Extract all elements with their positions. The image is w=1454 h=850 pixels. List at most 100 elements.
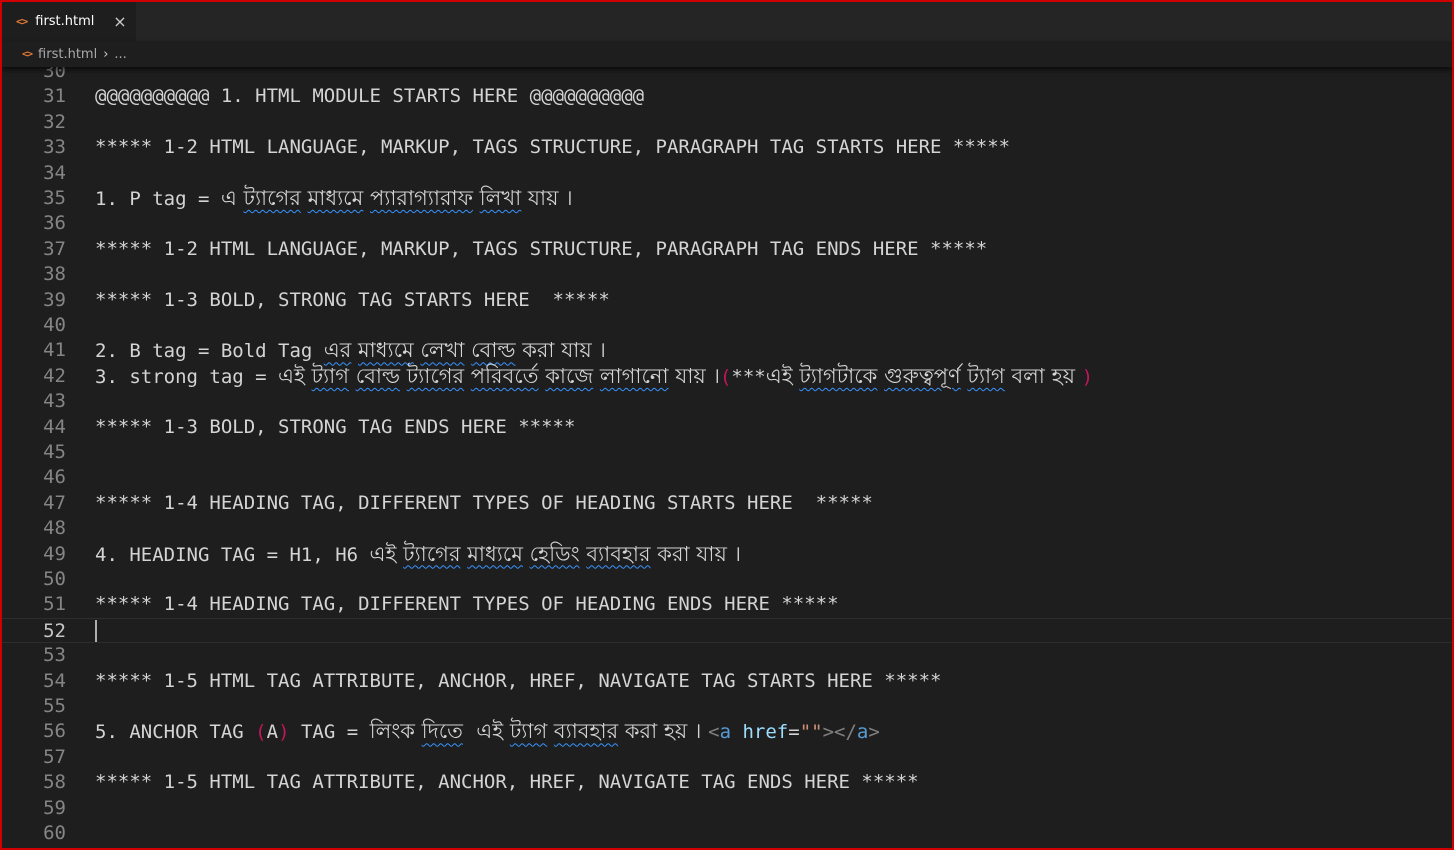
line-number: 60 (43, 822, 66, 844)
code-editor[interactable]: 30 31 @@@@@@@@@@ 1. HTML MODULE STARTS HER… (2, 60, 1452, 848)
code-line[interactable]: 31 @@@@@@@@@@ 1. HTML MODULE STARTS HERE … (2, 84, 1452, 109)
code-token: TAG = (289, 721, 370, 744)
line-text[interactable]: ***** 1-5 HTML TAG ATTRIBUTE, ANCHOR, HR… (95, 770, 919, 795)
line-text[interactable]: 5. ANCHOR TAG (A) TAG = লিংক দিতে এই ট্য… (95, 719, 880, 745)
code-token: এই (765, 363, 800, 388)
line-number: 57 (43, 745, 66, 768)
code-line[interactable]: 45 (2, 440, 1452, 465)
code-line[interactable]: 32 (2, 110, 1452, 135)
code-line[interactable]: 47 ***** 1-4 HEADING TAG, DIFFERENT TYPES… (2, 491, 1452, 516)
code-token: লাগানো (599, 363, 669, 388)
line-text[interactable]: ***** 1-3 BOLD, STRONG TAG STARTS HERE *… (95, 288, 610, 313)
code-line[interactable]: 50 (2, 567, 1452, 592)
code-token: ***** 1-2 HTML LANGUAGE, MARKUP, TAGS ST… (95, 136, 1011, 159)
code-token: > (868, 721, 880, 744)
code-line[interactable]: 51 ***** 1-4 HEADING TAG, DIFFERENT TYPES… (2, 592, 1452, 617)
code-line[interactable]: 42 3. strong tag = এই ট্যাগ বোল্ড ট্যাগের… (2, 364, 1452, 389)
breadcrumb-file[interactable]: first.html (38, 47, 97, 62)
line-text[interactable]: ***** 1-3 BOLD, STRONG TAG ENDS HERE ***… (95, 415, 575, 440)
code-token: দিতে (421, 719, 463, 744)
code-token: 5. ANCHOR TAG (95, 721, 256, 744)
code-line[interactable]: 55 (2, 694, 1452, 719)
line-text[interactable]: ***** 1-2 HTML LANGUAGE, MARKUP, TAGS ST… (95, 237, 987, 262)
line-text[interactable]: ***** 1-2 HTML LANGUAGE, MARKUP, TAGS ST… (95, 135, 1010, 160)
code-token: কাজে (545, 363, 594, 388)
code-line[interactable]: 46 (2, 465, 1452, 490)
code-token: ***** 1-4 HEADING TAG, DIFFERENT TYPES O… (95, 593, 839, 616)
line-number: 49 (43, 542, 66, 565)
line-number: 35 (43, 187, 66, 209)
code-token: বলা হয় (1004, 363, 1082, 388)
code-token: ট্যাগটাকে (799, 363, 878, 388)
code-line[interactable]: 33 ***** 1-2 HTML LANGUAGE, MARKUP, TAGS … (2, 135, 1452, 160)
code-line[interactable]: 58 ***** 1-5 HTML TAG ATTRIBUTE, ANCHOR, … (2, 770, 1452, 795)
line-text[interactable]: ***** 1-4 HEADING TAG, DIFFERENT TYPES O… (95, 592, 839, 617)
breadcrumb-symbols[interactable]: ... (114, 47, 126, 62)
line-number: 39 (43, 288, 66, 311)
code-line[interactable]: 53 (2, 643, 1452, 668)
code-token: হেডিং (529, 541, 580, 566)
code-token: ট্যাগ (509, 719, 548, 744)
code-line[interactable]: 41 2. B tag = Bold Tag এর মাধ্যমে লেখা বো… (2, 338, 1452, 363)
code-token: href (742, 721, 789, 744)
line-text[interactable] (95, 619, 97, 644)
line-text[interactable]: ***** 1-4 HEADING TAG, DIFFERENT TYPES O… (95, 491, 873, 516)
code-line[interactable]: 40 (2, 313, 1452, 338)
line-number: 42 (43, 364, 66, 387)
line-text[interactable]: 4. HEADING TAG = H1, H6 এই ট্যাগের মাধ্য… (95, 542, 741, 568)
code-line[interactable]: 48 (2, 516, 1452, 541)
line-text[interactable]: ***** 1-5 HTML TAG ATTRIBUTE, ANCHOR, HR… (95, 669, 941, 694)
line-number: 41 (43, 339, 66, 362)
tab-first-html[interactable]: <> first.html × (2, 2, 136, 41)
line-number: 50 (43, 568, 66, 590)
code-line[interactable]: 49 4. HEADING TAG = H1, H6 এই ট্যাগের মাধ… (2, 542, 1452, 567)
line-number: 40 (43, 314, 66, 336)
code-line[interactable]: 56 5. ANCHOR TAG (A) TAG = লিংক দিতে এই ট… (2, 719, 1452, 744)
code-line[interactable]: 54 ***** 1-5 HTML TAG ATTRIBUTE, ANCHOR, … (2, 669, 1452, 694)
line-number: 53 (43, 644, 66, 667)
code-line[interactable]: 36 (2, 211, 1452, 236)
code-token: প্যারাগ্যারাফ (369, 186, 473, 210)
code-line[interactable]: 35 1. P tag = এ ট্যাগের মাধ্যমে প্যারাগ্য… (2, 186, 1452, 211)
code-line[interactable]: 38 (2, 262, 1452, 287)
code-line[interactable]: 60 (2, 821, 1452, 846)
close-icon[interactable]: × (110, 13, 130, 30)
code-line[interactable]: 44 ***** 1-3 BOLD, STRONG TAG ENDS HERE *… (2, 415, 1452, 440)
line-number: 46 (43, 466, 66, 489)
code-token: মাধ্যমে (307, 186, 364, 210)
code-line[interactable]: 39 ***** 1-3 BOLD, STRONG TAG STARTS HERE… (2, 288, 1452, 313)
code-token: করা হয় । (618, 719, 709, 744)
code-line[interactable]: 43 (2, 389, 1452, 414)
code-token: ***** 1-3 BOLD, STRONG TAG ENDS HERE ***… (95, 415, 576, 438)
line-number: 54 (43, 669, 66, 692)
code-token: ) (1081, 365, 1094, 388)
code-token: ***** 1-3 BOLD, STRONG TAG STARTS HERE *… (95, 288, 610, 311)
code-line[interactable]: 57 (2, 745, 1452, 770)
code-token: 1. P tag = (95, 188, 221, 210)
code-token: মাধ্যমে (358, 338, 414, 363)
code-line[interactable]: 52 (2, 617, 1452, 644)
code-token: যায় । (668, 363, 720, 388)
code-token: ( (255, 721, 267, 744)
code-token: পরিবর্তে (470, 363, 539, 388)
code-line[interactable]: 37 ***** 1-2 HTML LANGUAGE, MARKUP, TAGS … (2, 237, 1452, 262)
code-token: লিংক (369, 719, 422, 744)
line-text[interactable]: 1. P tag = এ ট্যাগের মাধ্যমে প্যারাগ্যার… (95, 186, 573, 212)
line-number: 33 (43, 136, 66, 159)
line-text[interactable]: @@@@@@@@@@ 1. HTML MODULE STARTS HERE @@… (95, 84, 644, 109)
line-text[interactable]: 2. B tag = Bold Tag এর মাধ্যমে লেখা বোল্… (95, 338, 606, 364)
code-token: এর (323, 338, 352, 363)
code-token: ***** 1-2 HTML LANGUAGE, MARKUP, TAGS ST… (95, 237, 988, 260)
line-text[interactable]: 3. strong tag = এই ট্যাগ বোল্ড ট্যাগের প… (95, 364, 1093, 390)
code-line[interactable]: 34 (2, 161, 1452, 186)
line-number: 38 (43, 263, 66, 286)
code-line[interactable]: 59 (2, 796, 1452, 821)
code-token: এই (462, 719, 510, 744)
